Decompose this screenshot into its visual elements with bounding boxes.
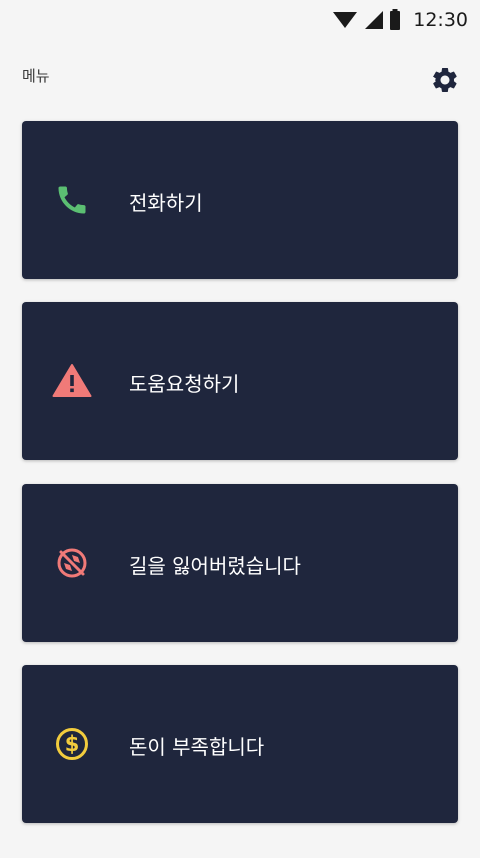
card-label: 돈이 부족합니다 — [129, 735, 265, 759]
call-card[interactable]: 전화하기 — [22, 121, 458, 279]
card-icon-wrap — [52, 180, 92, 220]
card-icon-wrap — [52, 361, 92, 401]
help-request-card[interactable]: 도움요청하기 — [22, 302, 458, 460]
card-label: 전화하기 — [129, 191, 203, 215]
bottom-edge — [0, 852, 480, 858]
money-card[interactable]: $ 돈이 부족합니다 — [22, 665, 458, 823]
warning-icon — [52, 364, 92, 397]
lost-card[interactable]: 길을 잃어버렸습니다 — [22, 484, 458, 642]
cell-signal-icon — [365, 11, 384, 29]
settings-button[interactable] — [427, 62, 463, 98]
phone-icon — [58, 186, 86, 214]
page-title: 메뉴 — [22, 67, 50, 85]
card-label: 길을 잃어버렸습니다 — [129, 554, 301, 578]
svg-text:$: $ — [65, 732, 80, 756]
card-icon-wrap — [52, 543, 92, 583]
gear-icon — [432, 68, 457, 92]
card-icon-wrap: $ — [52, 724, 92, 764]
status-bar: 12:30 — [0, 0, 480, 40]
card-label: 도움요청하기 — [129, 372, 240, 396]
status-icons: 12:30 — [333, 6, 468, 34]
header: 메뉴 — [0, 52, 480, 102]
status-time: 12:30 — [413, 9, 468, 31]
dollar-coin-icon: $ — [56, 728, 88, 760]
explore-off-icon — [57, 548, 87, 578]
wifi-icon — [333, 12, 358, 28]
battery-icon — [390, 9, 401, 30]
